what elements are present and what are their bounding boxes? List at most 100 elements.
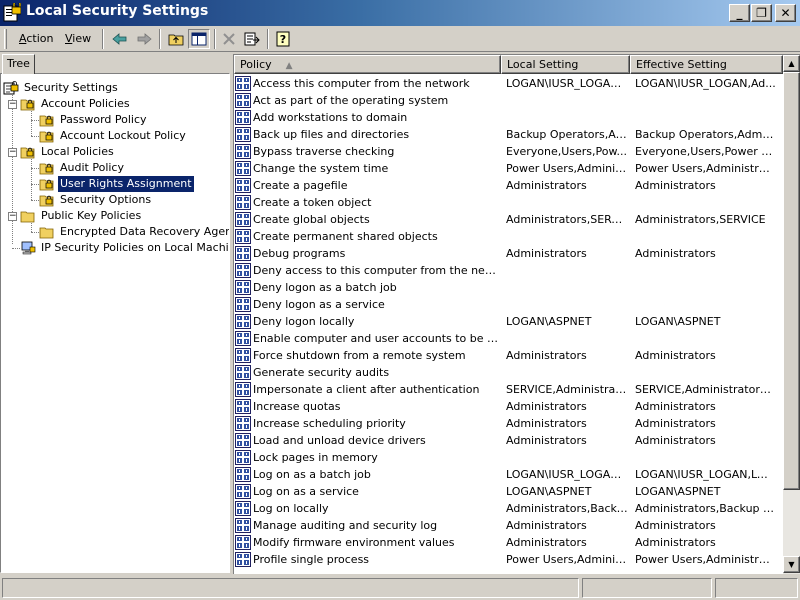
tree-item-public-key-policies[interactable]: Public Key Policies (20, 208, 143, 224)
table-row[interactable]: Act as part of the operating system (234, 92, 784, 109)
column-header-policy[interactable]: Policy ▲ (234, 55, 501, 74)
folder-icon (39, 227, 54, 239)
tree-connector (31, 120, 39, 121)
minimize-button[interactable]: _ (729, 4, 750, 22)
effective-setting: Administrators (635, 536, 716, 549)
table-row[interactable]: Increase quotas Administrators Administrat… (234, 398, 784, 415)
table-row[interactable]: Create a pagefile Administrators Administr… (234, 177, 784, 194)
table-row[interactable]: Log on as a service LOGAN\ASPNET LOGAN\ASP… (234, 483, 784, 500)
tree-item-user-rights-assignment[interactable]: User Rights Assignment (39, 175, 195, 193)
close-button[interactable]: ✕ (775, 4, 796, 22)
table-row[interactable]: Increase scheduling priority Administrato… (234, 415, 784, 432)
local-setting: Administrators (506, 536, 587, 549)
scrollbar-thumb[interactable] (783, 72, 800, 490)
expander-public-key-policies[interactable]: − (8, 212, 17, 221)
tree-connector (31, 200, 39, 201)
help-icon[interactable]: ? (272, 29, 294, 49)
tree-connector (12, 92, 13, 244)
maximize-button[interactable]: ❐ (751, 4, 772, 22)
menu-view[interactable]: View (65, 32, 91, 45)
status-bar (0, 576, 800, 600)
local-setting: LOGAN\ASPNET (506, 485, 592, 498)
table-row[interactable]: Force shutdown from a remote system Admin… (234, 347, 784, 364)
tree-item-encrypted-data-recovery-agents[interactable]: Encrypted Data Recovery Agents (39, 224, 229, 240)
toolbar: Action View ? (0, 26, 800, 52)
tree-item-ip-security-policies[interactable]: IP Security Policies on Local Machine (20, 240, 229, 256)
table-row[interactable]: Log on locally Administrators,Backu... Adm… (234, 500, 784, 517)
local-setting: SERVICE,Administrat... (506, 383, 628, 396)
tree-item-audit-policy[interactable]: Audit Policy (39, 160, 126, 176)
table-row[interactable]: Profile single process Power Users,Admini… (234, 551, 784, 568)
table-row[interactable]: Create global objects Administrators,SERV… (234, 211, 784, 228)
tree-connector (31, 232, 39, 233)
local-setting: LOGAN\IUSR_LOGAN... (506, 468, 628, 481)
table-row[interactable]: Add workstations to domain (234, 109, 784, 126)
tree-item-account-policies[interactable]: Account Policies (20, 96, 132, 112)
policy-name: Deny logon locally (253, 315, 355, 328)
policy-name: Increase scheduling priority (253, 417, 406, 430)
table-row[interactable]: Deny logon as a service (234, 296, 784, 313)
table-row[interactable]: Debug programs Administrators Administrato… (234, 245, 784, 262)
effective-setting: Administrators (635, 519, 716, 532)
expander-local-policies[interactable]: − (8, 148, 17, 157)
policy-icon (235, 280, 251, 295)
table-row[interactable]: Lock pages in memory (234, 449, 784, 466)
table-row[interactable]: Modify firmware environment values Admini… (234, 534, 784, 551)
policy-icon (235, 416, 251, 431)
menu-action[interactable]: Action (19, 32, 53, 45)
tree-item-label: Local Policies (41, 145, 114, 158)
tree-item-security-settings[interactable]: Security Settings (3, 80, 120, 96)
table-row[interactable]: Deny access to this computer from the ne… (234, 262, 784, 279)
table-row[interactable]: Manage auditing and security log Administ… (234, 517, 784, 534)
status-panel-main (2, 578, 579, 598)
scroll-down-button[interactable]: ▼ (783, 556, 800, 573)
policy-name: Create permanent shared objects (253, 230, 438, 243)
column-header-local-setting[interactable]: Local Setting (501, 55, 630, 74)
policy-icon (235, 382, 251, 397)
tab-tree[interactable]: Tree (2, 54, 35, 74)
policy-name: Enable computer and user accounts to be … (253, 332, 500, 345)
table-row[interactable]: Access this computer from the network LOG… (234, 75, 784, 92)
table-row[interactable]: Create a token object (234, 194, 784, 211)
table-row[interactable]: Load and unload device drivers Administra… (234, 432, 784, 449)
expander-account-policies[interactable]: − (8, 100, 17, 109)
table-row[interactable]: Generate security audits (234, 364, 784, 381)
table-row[interactable]: Deny logon locally LOGAN\ASPNET LOGAN\ASPN… (234, 313, 784, 330)
table-row[interactable]: Bypass traverse checking Everyone,Users,P… (234, 143, 784, 160)
delete-icon[interactable] (218, 29, 240, 49)
scroll-up-button[interactable]: ▲ (783, 55, 800, 72)
tree-item-local-policies[interactable]: Local Policies (20, 144, 116, 160)
tree-item-label: Public Key Policies (41, 209, 142, 222)
local-setting: Administrators (506, 417, 587, 430)
back-arrow-icon[interactable] (109, 29, 131, 49)
column-header-effective-setting[interactable]: Effective Setting (630, 55, 783, 74)
policy-name: Profile single process (253, 553, 370, 566)
tree-item-security-options[interactable]: Security Options (39, 192, 153, 208)
table-row[interactable]: Change the system time Power Users,Admini… (234, 160, 784, 177)
show-hide-tree-icon[interactable] (188, 29, 210, 49)
tree-item-account-lockout-policy[interactable]: Account Lockout Policy (39, 128, 188, 144)
effective-setting: Administrators (635, 417, 716, 430)
effective-setting: Administrators (635, 349, 716, 362)
local-setting: Administrators (506, 349, 587, 362)
export-list-icon[interactable] (241, 29, 263, 49)
tree-item-label: Password Policy (60, 113, 147, 126)
local-setting: Administrators (506, 434, 587, 447)
policy-name: Log on as a batch job (253, 468, 371, 481)
table-row[interactable]: Back up files and directories Backup Oper… (234, 126, 784, 143)
policy-name: Create global objects (253, 213, 370, 226)
tree-item-password-policy[interactable]: Password Policy (39, 112, 149, 128)
table-row[interactable]: Deny logon as a batch job (234, 279, 784, 296)
up-one-level-icon[interactable] (165, 29, 187, 49)
toolbar-separator (214, 29, 216, 49)
tree-connector (31, 184, 39, 185)
table-row[interactable]: Create permanent shared objects (234, 228, 784, 245)
table-row[interactable]: Log on as a batch job LOGAN\IUSR_LOGAN...… (234, 466, 784, 483)
policy-icon (235, 535, 251, 550)
vertical-scrollbar[interactable]: ▲ ▼ (783, 55, 800, 574)
table-row[interactable]: Enable computer and user accounts to be … (234, 330, 784, 347)
policy-name: Log on locally (253, 502, 329, 515)
forward-arrow-icon[interactable] (133, 29, 155, 49)
table-row[interactable]: Impersonate a client after authenticatio… (234, 381, 784, 398)
column-header-label: Local Setting (507, 58, 579, 71)
